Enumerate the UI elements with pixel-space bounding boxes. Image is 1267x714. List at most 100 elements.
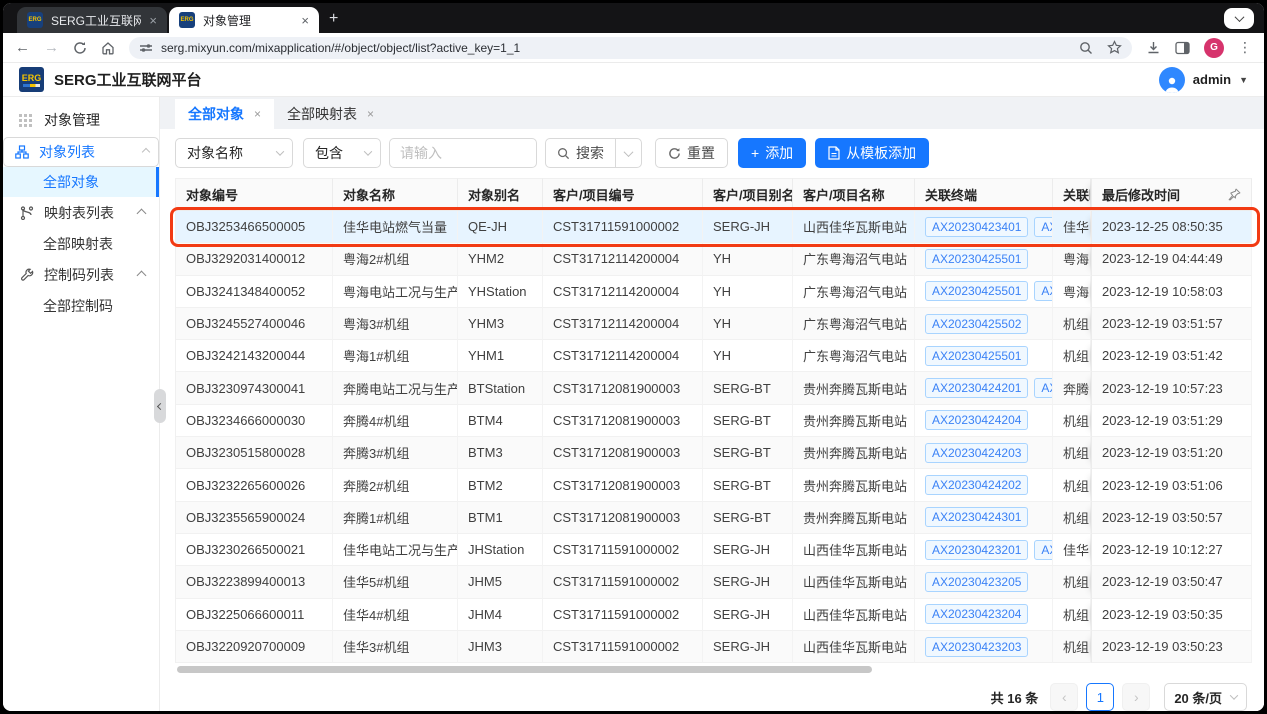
cell-customer-name: 山西佳华瓦斯电站 [793,631,915,663]
user-menu-caret-icon[interactable]: ▼ [1239,75,1248,85]
tab-all-mappings[interactable]: 全部映射表 × [274,99,387,129]
page-size-select[interactable]: 20 条/页 [1164,683,1247,711]
table-body: OBJ3253466500005 佳华电站燃气当量 QE-JH CST31711… [175,211,1251,663]
home-button[interactable] [101,41,115,55]
sidebar-item-all-control-codes[interactable]: 全部控制码 [3,291,159,321]
close-icon[interactable]: × [301,14,309,27]
cell-object-name: 佳华5#机组 [333,566,458,598]
site-settings-icon[interactable] [139,42,153,54]
cell-customer-id: CST31712081900003 [543,372,703,404]
cell-linked-mapping: 机组 [1053,469,1091,501]
terminal-tag[interactable]: AX20230424301 [925,507,1028,527]
terminal-tag-clipped[interactable]: AX20 [1034,281,1053,301]
terminal-tag-clipped[interactable]: AX20 [1034,217,1053,237]
next-page-button[interactable]: › [1122,683,1150,711]
table-row[interactable]: OBJ3230515800028 奔腾3#机组 BTM3 CST31712081… [175,437,1252,469]
filter-bar: 对象名称 包含 搜索 [175,138,1251,168]
table-row[interactable]: OBJ3292031400012 粤海2#机组 YHM2 CST31712114… [175,243,1252,275]
table-row[interactable]: OBJ3220920700009 佳华3#机组 JHM3 CST31711591… [175,631,1252,663]
search-input[interactable] [389,138,537,168]
col-customer-id[interactable]: 客户/项目编号 [543,178,703,211]
browser-tab-object-mgmt[interactable]: ERG 对象管理 × [169,7,319,33]
sidebar-collapse-handle[interactable] [154,389,166,423]
sidebar-group-object-list[interactable]: 对象列表 [3,137,159,167]
table-row[interactable]: OBJ3230974300041 奔腾电站工况与生产 BTStation CST… [175,372,1252,404]
terminal-tag[interactable]: AX20230425501 [925,346,1028,366]
table-row[interactable]: OBJ3234666000030 奔腾4#机组 BTM4 CST31712081… [175,405,1252,437]
search-button[interactable]: 搜索 [546,139,615,167]
cell-terminals: AX20230423205 [915,566,1053,598]
sidebar-group-control-code-list[interactable]: 控制码列表 [3,259,159,291]
cell-customer-alias: SERG-BT [703,469,793,501]
col-customer-alias[interactable]: 客户/项目别名 [703,178,793,211]
table-row[interactable]: OBJ3245527400046 粤海3#机组 YHM3 CST31712114… [175,308,1252,340]
close-icon[interactable]: × [367,107,374,121]
side-panel-icon[interactable] [1175,41,1190,55]
terminal-tag[interactable]: AX20230425501 [925,249,1028,269]
field-select[interactable]: 对象名称 [175,138,293,168]
col-object-alias[interactable]: 对象别名 [458,178,543,211]
sidebar-item-all-mappings[interactable]: 全部映射表 [3,229,159,259]
table-row[interactable]: OBJ3242143200044 粤海1#机组 YHM1 CST31712114… [175,340,1252,372]
close-icon[interactable]: × [254,107,261,121]
add-from-template-button[interactable]: 从模板添加 [815,138,929,168]
reset-button[interactable]: 重置 [655,138,728,168]
cell-customer-name: 广东粤海沼气电站 [793,243,915,275]
table-row[interactable]: OBJ3253466500005 佳华电站燃气当量 QE-JH CST31711… [175,211,1252,243]
col-linked-mapping[interactable]: 关联映射表 [1053,178,1091,211]
table-row[interactable]: OBJ3230266500021 佳华电站工况与生产 JHStation CST… [175,534,1252,566]
terminal-tag[interactable]: AX20230424201 [925,378,1028,398]
add-button[interactable]: + 添加 [738,138,806,168]
zoom-icon[interactable] [1079,41,1093,55]
terminal-tag[interactable]: AX20230423401 [925,217,1028,237]
col-modified-time[interactable]: 最后修改时间 [1091,178,1252,211]
download-icon[interactable] [1146,40,1161,55]
col-customer-name[interactable]: 客户/项目名称 [793,178,915,211]
current-page[interactable]: 1 [1086,683,1114,711]
terminal-tag[interactable]: AX20230423201 [925,540,1028,560]
username[interactable]: admin [1193,72,1231,87]
table-row[interactable]: OBJ3223899400013 佳华5#机组 JHM5 CST31711591… [175,566,1252,598]
col-object-name[interactable]: 对象名称 [333,178,458,211]
reload-button[interactable] [73,41,87,55]
search-options-button[interactable] [615,139,641,167]
cell-object-id: OBJ3234666000030 [175,405,333,437]
new-tab-button[interactable]: + [329,10,338,28]
chrome-menu-icon[interactable]: ⋮ [1238,39,1252,56]
table-row[interactable]: OBJ3241348400052 粤海电站工况与生产 YHStation CST… [175,276,1252,308]
tab-search-button[interactable] [1224,8,1254,29]
terminal-tag-clipped[interactable]: AX20 [1034,540,1053,560]
terminal-tag[interactable]: AX20230423205 [925,572,1028,592]
browser-tab-label: SERG工业互联网平台 [51,12,141,29]
sidebar-group-mapping-list[interactable]: 映射表列表 [3,197,159,229]
prev-page-button[interactable]: ‹ [1050,683,1078,711]
bookmark-star-icon[interactable] [1107,40,1122,55]
scrollbar-thumb[interactable] [177,666,872,673]
browser-tab-serg[interactable]: ERG SERG工业互联网平台 × [17,7,167,33]
col-object-id[interactable]: 对象编号 [175,178,333,211]
terminal-tag[interactable]: AX20230423203 [925,637,1028,657]
forward-button[interactable]: → [44,40,59,55]
terminal-tag[interactable]: AX20230423204 [925,604,1028,624]
terminal-tag[interactable]: AX20230425501 [925,281,1028,301]
sidebar-item-all-objects[interactable]: 全部对象 [3,167,159,197]
col-terminals[interactable]: 关联终端 [915,178,1053,211]
terminal-tag[interactable]: AX20230425502 [925,314,1028,334]
table-row[interactable]: OBJ3235565900024 奔腾1#机组 BTM1 CST31712081… [175,502,1252,534]
horizontal-scrollbar[interactable] [175,666,1251,674]
cell-customer-name: 山西佳华瓦斯电站 [793,599,915,631]
pin-icon[interactable] [1228,188,1241,201]
user-avatar[interactable] [1159,67,1185,93]
tab-all-objects[interactable]: 全部对象 × [175,99,274,129]
back-button[interactable]: ← [15,40,30,55]
operator-select[interactable]: 包含 [303,138,381,168]
terminal-tag[interactable]: AX20230424203 [925,443,1028,463]
terminal-tag[interactable]: AX20230424204 [925,410,1028,430]
terminal-tag[interactable]: AX20230424202 [925,475,1028,495]
terminal-tag-clipped[interactable]: AX20 [1034,378,1053,398]
chrome-profile-avatar[interactable]: G [1204,38,1224,58]
table-row[interactable]: OBJ3225066600011 佳华4#机组 JHM4 CST31711591… [175,599,1252,631]
table-row[interactable]: OBJ3232265600026 奔腾2#机组 BTM2 CST31712081… [175,469,1252,501]
close-icon[interactable]: × [149,14,157,27]
address-bar[interactable]: serg.mixyun.com/mixapplication/#/object/… [129,37,1132,59]
